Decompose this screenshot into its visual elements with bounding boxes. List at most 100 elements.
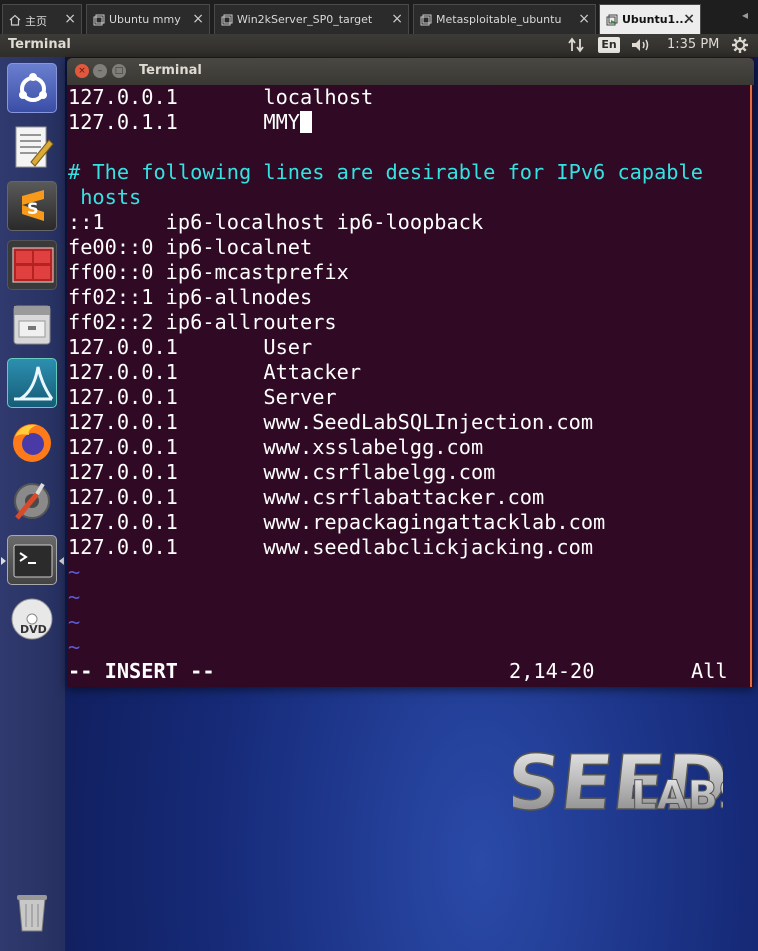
- launcher-sublime-text[interactable]: S: [7, 181, 57, 231]
- empty-buffer-line: ~: [68, 560, 80, 585]
- terminal-line: 127.0.1.1 MMY: [68, 110, 312, 135]
- clock[interactable]: 1:35 PM: [667, 37, 719, 52]
- logo-labs-text: LABS: [631, 773, 723, 819]
- terminal-line-text: 127.0.0.1 Attacker: [68, 360, 362, 384]
- volume-icon[interactable]: [630, 36, 652, 58]
- keyboard-language-indicator[interactable]: En: [598, 37, 620, 53]
- empty-buffer-line: ~: [68, 610, 80, 635]
- terminal-line: 127.0.0.1 www.csrflabelgg.com: [68, 460, 495, 485]
- close-icon[interactable]: ×: [64, 11, 76, 27]
- terminal-line-text: ff02::1 ip6-allnodes: [68, 285, 313, 309]
- vm-tab-ubuntu1[interactable]: Ubuntu1... ×: [599, 4, 701, 34]
- vm-tab-home[interactable]: 主页 ×: [2, 4, 82, 34]
- vm-tab-ubuntu-mmy[interactable]: Ubuntu mmy ×: [86, 4, 210, 34]
- terminal-icon: [13, 544, 53, 578]
- terminal-line: ff02::1 ip6-allnodes: [68, 285, 312, 310]
- terminal-scrollbar[interactable]: [750, 85, 752, 687]
- close-icon[interactable]: ×: [578, 11, 590, 27]
- gear-icon[interactable]: [731, 36, 749, 58]
- terminal-line-text: 127.0.0.1 www.xsslabelgg.com: [68, 435, 484, 459]
- launcher-running-indicator: [1, 557, 6, 565]
- terminal-line: fe00::0 ip6-localnet: [68, 235, 312, 260]
- terminal-text-area[interactable]: 127.0.0.1 localhost 127.0.1.1 MMY # The fo…: [67, 85, 754, 687]
- empty-buffer-line: ~: [68, 635, 80, 660]
- terminal-line-text: 127.0.0.1 localhost: [68, 85, 374, 109]
- dvd-disc-icon: DVD: [11, 598, 53, 640]
- close-icon[interactable]: ×: [192, 11, 204, 27]
- launcher-system-settings[interactable]: [7, 476, 57, 526]
- terminal-line: 127.0.0.1 Attacker: [68, 360, 361, 385]
- launcher-terminal[interactable]: [7, 535, 57, 585]
- vm-icon: [221, 14, 233, 26]
- terminal-line-text: ~: [68, 560, 81, 584]
- terminal-line: 127.0.0.1 localhost: [68, 85, 373, 110]
- tab-scroll-icon[interactable]: ◂: [742, 8, 748, 22]
- launcher-text-editor[interactable]: [7, 122, 57, 172]
- terminal-line-text: 127.0.0.1 www.seedlabclickjacking.com: [68, 535, 594, 559]
- window-maximize-button[interactable]: □: [112, 64, 126, 78]
- launcher-focus-indicator: [59, 557, 64, 565]
- svg-text:S: S: [27, 199, 39, 218]
- terminal-line-text: 127.0.0.1 www.csrflabelgg.com: [68, 460, 496, 484]
- vm-tab-label: Win2kServer_SP0_target: [237, 13, 373, 26]
- vm-running-icon: [606, 14, 618, 26]
- terminal-line: ::1 ip6-localhost ip6-loopback: [68, 210, 483, 235]
- vm-tab-bar: 主页 × Ubuntu mmy × Win2kServer_SP0_target…: [0, 0, 758, 34]
- terminal-line-text: # The following lines are desirable for …: [68, 160, 703, 184]
- text-editor-icon: [15, 126, 54, 168]
- vim-scroll-indicator: All: [691, 659, 728, 683]
- terminal-line: 127.0.0.1 www.xsslabelgg.com: [68, 435, 483, 460]
- text-cursor: [300, 111, 312, 133]
- terminal-line: 127.0.0.1 www.SeedLabSQLInjection.com: [68, 410, 593, 435]
- vim-status-mode: -- INSERT --: [68, 659, 215, 683]
- launcher-ubuntu-dash[interactable]: [7, 63, 57, 113]
- launcher-trash[interactable]: [7, 887, 57, 937]
- launcher-wireshark[interactable]: [7, 358, 57, 408]
- vm-tab-label: Metasploitable_ubuntu: [436, 13, 562, 26]
- launcher-system-monitor[interactable]: [7, 240, 57, 290]
- empty-buffer-line: ~: [68, 585, 80, 610]
- terminal-line-text: ff02::2 ip6-allrouters: [68, 310, 337, 334]
- network-icon[interactable]: [567, 36, 585, 58]
- terminal-line-text: 127.0.0.1 www.SeedLabSQLInjection.com: [68, 410, 594, 434]
- vm-tab-metasploitable[interactable]: Metasploitable_ubuntu ×: [413, 4, 596, 34]
- terminal-line-text: 127.0.1.1 MMY: [68, 110, 300, 134]
- terminal-line: ff02::2 ip6-allrouters: [68, 310, 337, 335]
- terminal-line: 127.0.0.1 www.csrflabattacker.com: [68, 485, 544, 510]
- terminal-line-text: 127.0.0.1 Server: [68, 385, 337, 409]
- terminal-line-text: 127.0.0.1 www.repackagingattacklab.com: [68, 510, 606, 534]
- terminal-line-text: 127.0.0.1 User: [68, 335, 313, 359]
- terminal-line-text: fe00::0 ip6-localnet: [68, 235, 313, 259]
- terminal-line: 127.0.0.1 www.repackagingattacklab.com: [68, 510, 605, 535]
- launcher: S DVD: [0, 57, 65, 951]
- terminal-line-text: 127.0.0.1 www.csrflabattacker.com: [68, 485, 545, 509]
- window-close-button[interactable]: ×: [75, 64, 89, 78]
- window-minimize-button[interactable]: –: [93, 64, 107, 78]
- terminal-line-text: ff00::0 ip6-mcastprefix: [68, 260, 349, 284]
- close-icon[interactable]: ×: [391, 11, 403, 27]
- vm-tab-label: Ubuntu mmy: [109, 13, 181, 26]
- seedlabs-logo: SEED LABS: [513, 737, 723, 827]
- launcher-dvd[interactable]: DVD: [7, 594, 57, 644]
- firefox-icon: [13, 424, 51, 462]
- terminal-line-text: ~: [68, 585, 81, 609]
- launcher-files[interactable]: [7, 299, 57, 349]
- terminal-line: # The following lines are desirable for …: [68, 160, 703, 185]
- trash-icon: [17, 895, 47, 932]
- active-app-title: Terminal: [8, 37, 71, 52]
- file-cabinet-icon: [13, 305, 51, 345]
- close-icon[interactable]: ×: [683, 11, 695, 27]
- settings-tools-icon: [14, 482, 50, 520]
- vm-tab-win2k[interactable]: Win2kServer_SP0_target ×: [214, 4, 409, 34]
- terminal-line: ff00::0 ip6-mcastprefix: [68, 260, 349, 285]
- launcher-firefox[interactable]: [7, 417, 57, 467]
- window-titlebar[interactable]: × – □ Terminal: [67, 58, 754, 85]
- terminal-line: 127.0.0.1 www.seedlabclickjacking.com: [68, 535, 593, 560]
- terminal-line: hosts: [68, 185, 141, 210]
- terminal-line: 127.0.0.1 Server: [68, 385, 337, 410]
- window-title: Terminal: [139, 63, 202, 78]
- system-monitor-icon: [12, 247, 54, 283]
- terminal-line-text: ~: [68, 610, 81, 634]
- terminal-line-text: ~: [68, 635, 81, 659]
- ubuntu-logo-icon: [19, 73, 47, 102]
